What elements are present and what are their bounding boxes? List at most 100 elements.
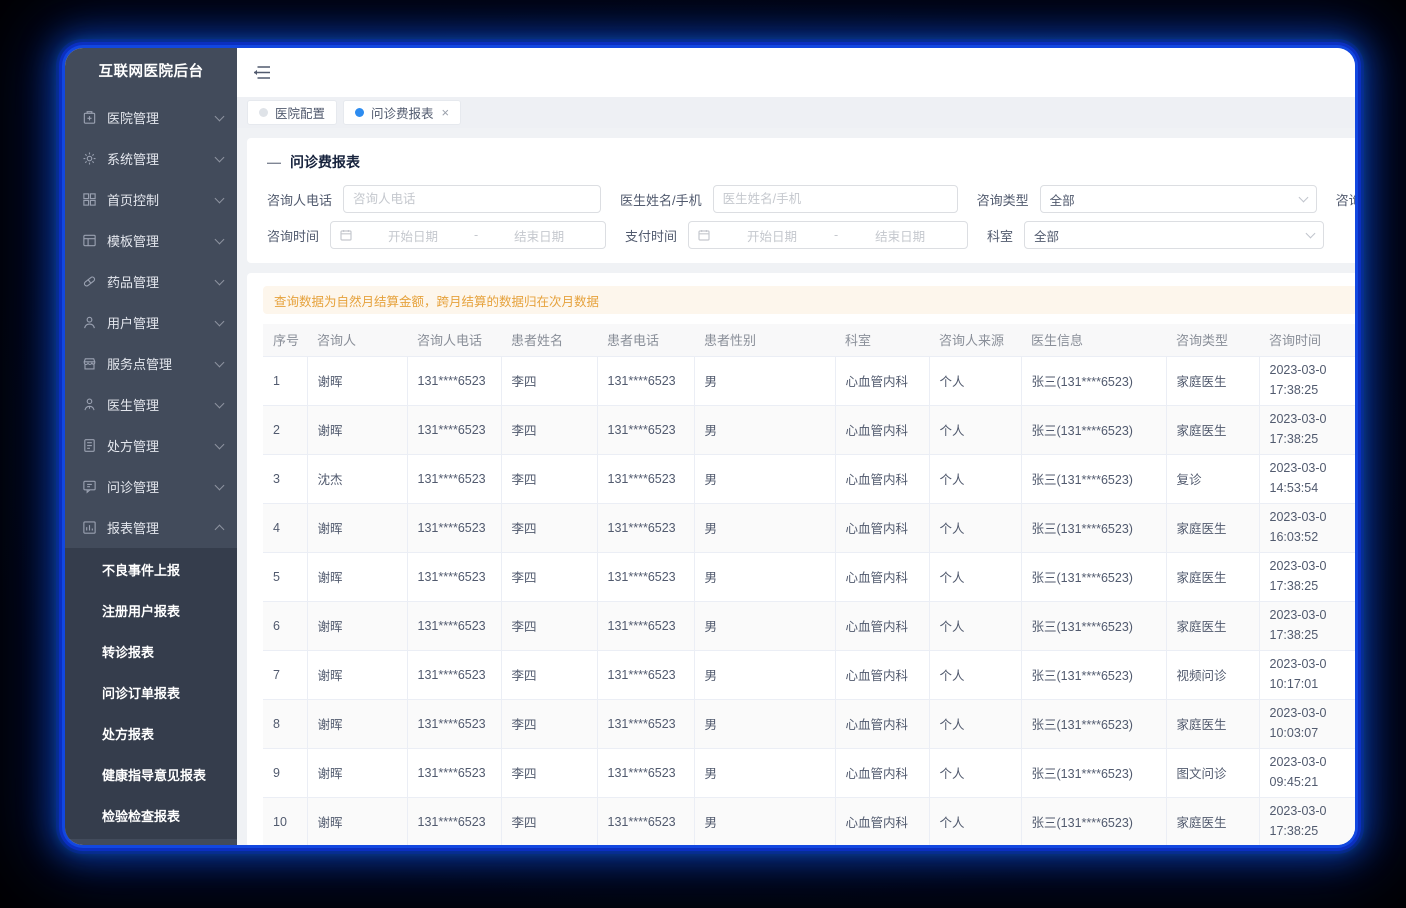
consult-type-select[interactable]: 全部 xyxy=(1040,185,1317,213)
cell-consultant-phone: 131****6523 xyxy=(407,405,501,454)
calendar-icon xyxy=(698,229,710,241)
cell-consultant-phone: 131****6523 xyxy=(407,650,501,699)
end-date-placeholder: 结束日期 xyxy=(842,226,958,245)
main-area: 医院配置 问诊费报表 × — 问诊费报表 咨询人电话 xyxy=(237,48,1355,845)
column-header: 患者姓名 xyxy=(501,324,597,356)
chevron-down-icon xyxy=(215,275,225,285)
consult-time-daterange[interactable]: 开始日期 - 结束日期 xyxy=(330,221,606,249)
report-table: 序号咨询人咨询人电话患者姓名患者电话患者性别科室咨询人来源医生信息咨询类型咨询时… xyxy=(263,324,1355,845)
page-title: 问诊费报表 xyxy=(290,152,360,172)
sidebar-item-0[interactable]: 医院管理 xyxy=(65,97,237,138)
department-select[interactable]: 全部 xyxy=(1024,221,1324,249)
cell-gender: 男 xyxy=(694,503,835,552)
report-table-body: 1 谢晖 131****6523 李四 131****6523 男 心血管内科 … xyxy=(263,356,1355,845)
panel-header: — 问诊费报表 xyxy=(267,152,1355,172)
table-row: 3 沈杰 131****6523 李四 131****6523 男 心血管内科 … xyxy=(263,454,1355,503)
column-header: 医生信息 xyxy=(1021,324,1166,356)
sidebar-subitem-2[interactable]: 转诊报表 xyxy=(65,632,237,673)
sidebar-item-5[interactable]: 用户管理 xyxy=(65,302,237,343)
sidebar-subitem-1[interactable]: 注册用户报表 xyxy=(65,591,237,632)
sidebar-subitem-0[interactable]: 不良事件上报 xyxy=(65,550,237,591)
cell-doctor: 张三(131****6523) xyxy=(1021,650,1166,699)
report-panel: 查询数据为自然月结算金额，跨月结算的数据归在次月数据 序号咨询人咨询人电话患者姓… xyxy=(247,273,1355,845)
tab-close-icon[interactable]: × xyxy=(442,106,450,119)
doctor-name-input[interactable] xyxy=(713,185,958,213)
gear-icon xyxy=(82,151,97,166)
cell-source: 个人 xyxy=(929,356,1021,405)
consult-icon xyxy=(82,479,97,494)
filter-consultant-label: 咨询人 xyxy=(1336,190,1355,209)
field-label: 咨询时间 xyxy=(267,226,330,245)
sidebar-item-9[interactable]: 问诊管理 xyxy=(65,466,237,507)
cell-source: 个人 xyxy=(929,650,1021,699)
chevron-down-icon xyxy=(215,439,225,449)
cell-patient-phone: 131****6523 xyxy=(597,454,694,503)
cell-consult-time: 2023-03-0 14:53:54 xyxy=(1259,454,1355,503)
sidebar-subitem-3[interactable]: 问诊订单报表 xyxy=(65,673,237,714)
chevron-down-icon xyxy=(215,193,225,203)
cell-consultant: 谢晖 xyxy=(307,797,407,845)
sidebar-item-3[interactable]: 模板管理 xyxy=(65,220,237,261)
cell-consultant: 谢晖 xyxy=(307,699,407,748)
cell-source: 个人 xyxy=(929,699,1021,748)
cell-patient-name: 李四 xyxy=(501,356,597,405)
cell-doctor: 张三(131****6523) xyxy=(1021,552,1166,601)
sidebar-item-10[interactable]: 报表管理 xyxy=(65,507,237,548)
cell-patient-name: 李四 xyxy=(501,699,597,748)
table-header-row: 序号咨询人咨询人电话患者姓名患者电话患者性别科室咨询人来源医生信息咨询类型咨询时… xyxy=(263,324,1355,356)
sidebar-item-8[interactable]: 处方管理 xyxy=(65,425,237,466)
cell-consultant-phone: 131****6523 xyxy=(407,797,501,845)
user-icon xyxy=(82,315,97,330)
topbar xyxy=(237,48,1355,97)
sidebar-subitem-5[interactable]: 健康指导意见报表 xyxy=(65,755,237,796)
cell-consult-type: 家庭医生 xyxy=(1166,601,1259,650)
sidebar-item-2[interactable]: 首页控制 xyxy=(65,179,237,220)
collapse-sidebar-icon[interactable] xyxy=(253,65,271,80)
cell-index: 3 xyxy=(263,454,307,503)
collapse-panel-icon[interactable]: — xyxy=(267,155,281,169)
chevron-down-icon xyxy=(215,357,225,367)
tab-hospital-config[interactable]: 医院配置 xyxy=(247,100,337,125)
sidebar-item-1[interactable]: 系统管理 xyxy=(65,138,237,179)
cell-index: 9 xyxy=(263,748,307,797)
consultant-phone-input[interactable] xyxy=(343,185,601,213)
filter-consultant-phone: 咨询人电话 xyxy=(267,185,601,213)
cell-patient-phone: 131****6523 xyxy=(597,405,694,454)
cell-index: 10 xyxy=(263,797,307,845)
tab-consult-fee-report[interactable]: 问诊费报表 × xyxy=(343,100,461,125)
service-point-icon xyxy=(82,356,97,371)
cell-index: 1 xyxy=(263,356,307,405)
cell-department: 心血管内科 xyxy=(835,797,929,845)
cell-consultant: 谢晖 xyxy=(307,356,407,405)
cell-consult-type: 家庭医生 xyxy=(1166,699,1259,748)
cell-department: 心血管内科 xyxy=(835,552,929,601)
select-value: 全部 xyxy=(1034,226,1307,245)
pay-time-daterange[interactable]: 开始日期 - 结束日期 xyxy=(688,221,968,249)
column-header: 咨询类型 xyxy=(1166,324,1259,356)
tab-label: 问诊费报表 xyxy=(371,103,434,122)
sidebar-item-4[interactable]: 药品管理 xyxy=(65,261,237,302)
chevron-down-icon xyxy=(215,111,225,121)
sidebar-subitem-6[interactable]: 检验检查报表 xyxy=(65,796,237,837)
sidebar-subitem-4[interactable]: 处方报表 xyxy=(65,714,237,755)
cell-consult-type: 家庭医生 xyxy=(1166,797,1259,845)
chevron-down-icon xyxy=(215,480,225,490)
sidebar-item-6[interactable]: 服务点管理 xyxy=(65,343,237,384)
cell-patient-name: 李四 xyxy=(501,405,597,454)
cell-consult-time: 2023-03-0 17:38:25 xyxy=(1259,405,1355,454)
table-row: 10 谢晖 131****6523 李四 131****6523 男 心血管内科… xyxy=(263,797,1355,845)
cell-consult-time: 2023-03-0 10:17:01 xyxy=(1259,650,1355,699)
tab-bar: 医院配置 问诊费报表 × xyxy=(237,97,1355,128)
cell-gender: 男 xyxy=(694,650,835,699)
field-label: 医生姓名/手机 xyxy=(620,190,713,209)
calendar-icon xyxy=(340,229,352,241)
table-row: 6 谢晖 131****6523 李四 131****6523 男 心血管内科 … xyxy=(263,601,1355,650)
column-header: 患者电话 xyxy=(597,324,694,356)
cell-gender: 男 xyxy=(694,405,835,454)
sidebar-item-7[interactable]: 医生管理 xyxy=(65,384,237,425)
cell-source: 个人 xyxy=(929,552,1021,601)
cell-consultant-phone: 131****6523 xyxy=(407,699,501,748)
cell-consult-time: 2023-03-0 09:45:21 xyxy=(1259,748,1355,797)
cell-patient-name: 李四 xyxy=(501,503,597,552)
cell-consult-type: 家庭医生 xyxy=(1166,503,1259,552)
